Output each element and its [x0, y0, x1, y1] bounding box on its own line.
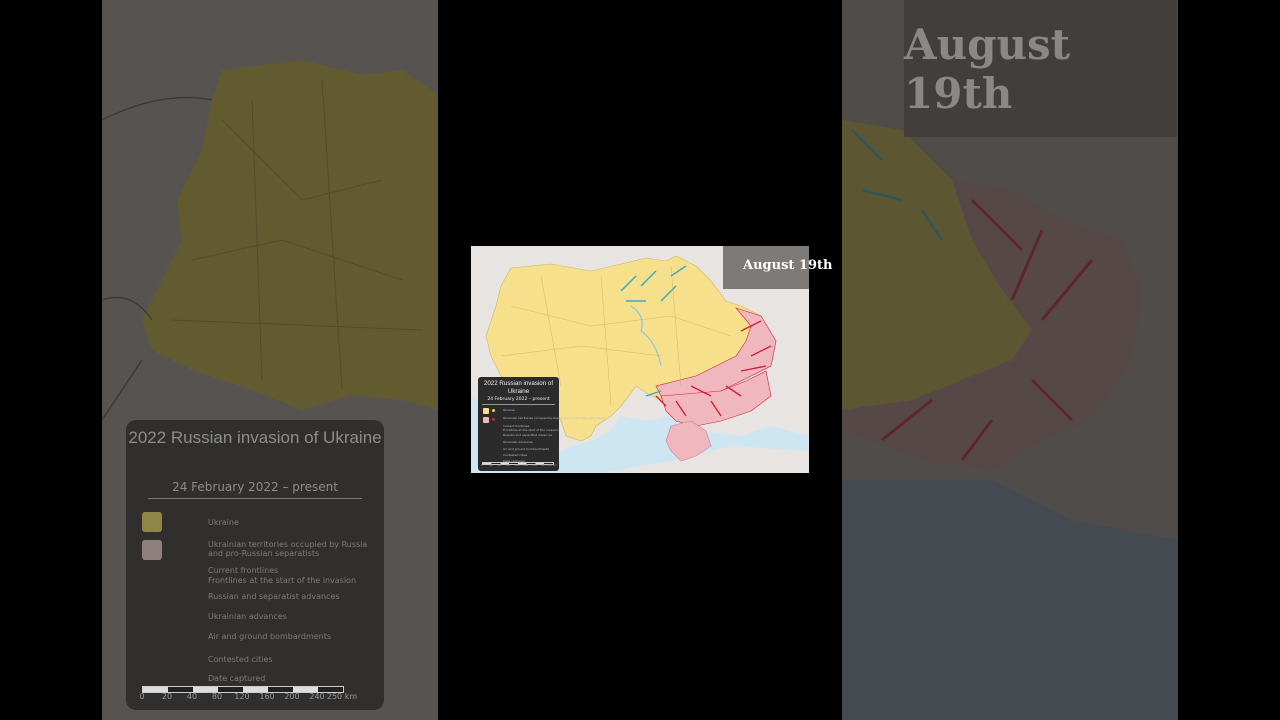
legend-item: Contested cities	[503, 453, 528, 457]
background-date-label: August 19th	[904, 0, 1177, 137]
scale-tick-label: 80	[211, 692, 223, 701]
legend-swatch-ukraine	[483, 408, 489, 414]
legend-item: Ukrainian territories occupied by Russia…	[503, 416, 606, 420]
legend-item: Russian and separatist advances	[503, 433, 553, 437]
scale-tick-label: 240	[309, 692, 325, 701]
scale-tick-label: 40	[497, 464, 502, 467]
scale-tick-label: 240	[540, 464, 546, 467]
scale-tick-label: 40	[186, 692, 198, 701]
background-legend-item: Contested cities	[208, 655, 273, 664]
legend-item: Frontlines at the start of the invasion	[503, 428, 559, 432]
background-legend: 2022 Russian invasion of Ukraine 24 Febr…	[126, 420, 384, 710]
legend-item: Ukraine	[503, 408, 515, 412]
background-legend-date-range: 24 February 2022 – present	[172, 480, 338, 494]
legend-dot-occupied	[492, 418, 495, 421]
scale-tick-label: 0	[139, 692, 145, 701]
background-legend-item: Ukrainian advances	[208, 612, 287, 621]
background-legend-title: 2022 Russian invasion of Ukraine	[128, 428, 382, 447]
background-legend-item: Air and ground bombardments	[208, 632, 332, 641]
legend-title: 2022 Russian invasion of Ukraine	[483, 380, 554, 395]
scale-tick-label: 20	[161, 692, 173, 701]
background-legend-item: Russian and separatist advances	[208, 592, 340, 601]
date-label: August 19th	[743, 258, 833, 273]
background-swatch-occupied	[142, 540, 162, 560]
scale-tick-label: 250 km	[547, 464, 557, 467]
left-background-panel: 2022 Russian invasion of Ukraine 24 Febr…	[102, 0, 438, 720]
background-legend-item: Ukrainian territories occupied by Russia…	[208, 540, 368, 558]
legend-swatch-occupied	[483, 417, 489, 423]
scale-tick-label: 80	[506, 464, 510, 467]
scale-tick-label: 160	[259, 692, 275, 701]
scale-tick-label: 200	[284, 692, 300, 701]
background-legend-item: Date captured	[208, 674, 266, 683]
background-legend-rule	[148, 498, 362, 499]
scale-tick-label: 120	[234, 692, 250, 701]
scale-tick-label: 0	[481, 464, 483, 467]
scale-tick-label: 120	[514, 464, 520, 467]
background-legend-item: Frontlines at the start of the invasion	[208, 576, 357, 585]
map-legend: 2022 Russian invasion of Ukraine 24 Febr…	[478, 377, 605, 471]
background-legend-item: Ukraine	[208, 518, 239, 527]
legend-item: Air and ground bombardments	[503, 447, 550, 451]
legend-item: Ukrainian advances	[503, 440, 533, 444]
background-legend-item: Current frontlines	[208, 566, 279, 575]
legend-rule	[482, 404, 555, 405]
scale-tick-label: 250 km	[326, 692, 358, 701]
legend-date-range: 24 February 2022 – present	[487, 397, 550, 402]
scale-tick-label: 160	[523, 464, 529, 467]
background-swatch-ukraine	[142, 512, 162, 532]
legend-dot-ukraine	[492, 409, 495, 412]
scale-tick-label: 200	[532, 464, 537, 467]
scale-tick-label: 20	[489, 464, 493, 467]
